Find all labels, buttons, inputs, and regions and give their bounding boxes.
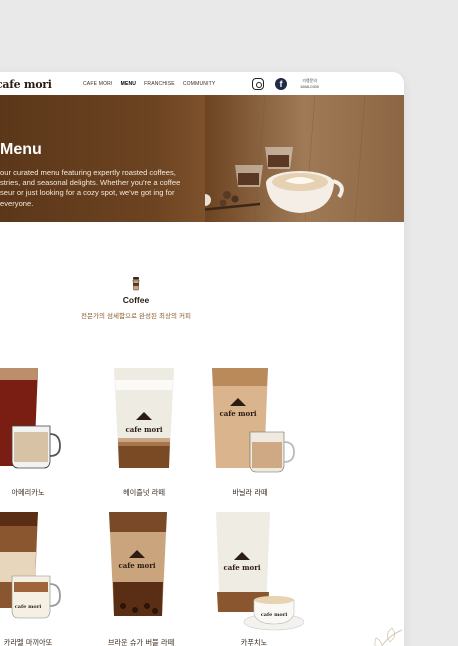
contact-number: 1668-0300 (300, 84, 320, 89)
browser-window: cafe mori CAFE MORI MENU FRANCHISE COMMU… (0, 72, 404, 646)
menu-item-name: 카푸치노 (240, 638, 268, 646)
svg-text:cafe mori: cafe mori (261, 612, 288, 618)
menu-item-name: 바닐라 라떼 (232, 488, 268, 497)
hero-coffee-photo (205, 95, 404, 222)
top-navigation: cafe mori CAFE MORI MENU FRANCHISE COMMU… (0, 72, 404, 95)
menu-item-name: 아메리카노 (11, 488, 45, 497)
menu-item-name: 카라멜 마끼아또 (3, 638, 53, 646)
svg-text:cafe mori: cafe mori (15, 604, 42, 610)
instagram-icon[interactable] (252, 78, 264, 90)
nav-franchise[interactable]: FRANCHISE (144, 81, 175, 87)
decorative-leaf-icon (374, 627, 403, 646)
franchise-contact[interactable]: 가맹문의 1668-0300 (300, 78, 319, 90)
nav-cafe-mori[interactable]: CAFE MORI (83, 81, 113, 87)
coffee-cup-icon (132, 277, 140, 291)
vanilla-latte-image: cafe mori (212, 368, 295, 473)
hero-banner: Menu our curated menu featuring expertly… (0, 95, 404, 222)
hero-description: our curated menu featuring expertly roas… (0, 168, 181, 208)
brown-sugar-bubble-latte-image: cafe mori (109, 512, 167, 616)
svg-text:cafe mori: cafe mori (223, 563, 260, 572)
nav-menu[interactable]: MENU (121, 81, 137, 87)
hazelnut-latte-image: cafe mori (114, 368, 174, 468)
cappuccino-image: cafe mori cafe mori (216, 512, 304, 631)
menu-item-vanilla-latte[interactable]: cafe mori 바닐라 라떼 (200, 368, 300, 508)
hero-title: Menu (0, 141, 42, 158)
menu-item-brown-sugar-bubble-latte[interactable]: cafe mori 브라운 슈가 버블 라떼 (91, 512, 191, 646)
menu-item-caramel-macchiato[interactable]: cafe mori 카라멜 마끼아또 (0, 512, 78, 646)
nav-links: CAFE MORI MENU FRANCHISE COMMUNITY (83, 81, 215, 87)
nav-community[interactable]: COMMUNITY (183, 81, 216, 87)
section-subtitle: 전문가의 섬세함으로 완성된 최상의 커피 (81, 312, 191, 320)
svg-text:cafe mori: cafe mori (125, 425, 162, 434)
menu-item-cappuccino[interactable]: cafe mori cafe mori 카푸치노 (204, 512, 304, 646)
menu-item-name: 브라운 슈가 버블 라떼 (107, 638, 175, 646)
menu-item-hazelnut-latte[interactable]: cafe mori 헤이즐넛 라떼 (94, 368, 194, 508)
menu-item-name: 헤이즐넛 라떼 (123, 488, 165, 497)
facebook-icon[interactable]: f (275, 78, 287, 90)
svg-text:cafe mori: cafe mori (219, 409, 256, 418)
menu-item-americano[interactable]: 아메리카노 (0, 368, 78, 508)
svg-text:cafe mori: cafe mori (118, 561, 155, 570)
cafe-mori-logo[interactable]: cafe mori (0, 78, 52, 91)
section-title: Coffee (122, 295, 150, 305)
americano-image (0, 368, 61, 469)
caramel-macchiato-image: cafe mori (0, 512, 61, 619)
